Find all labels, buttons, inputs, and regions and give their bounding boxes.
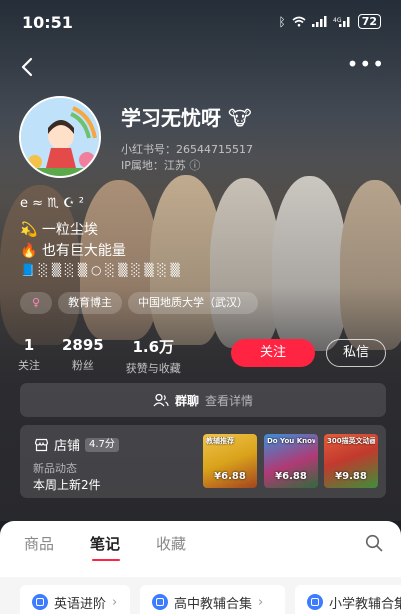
sparkle-emoji-icon: 💫	[20, 222, 38, 238]
tag-school[interactable]: 中国地质大学（武汉）	[128, 292, 259, 314]
shop-icon	[34, 438, 49, 451]
chevron-right-icon: ›	[258, 594, 264, 610]
info-icon[interactable]: ⓘ	[189, 159, 200, 172]
shop-subtitle: 新品动态	[33, 462, 77, 475]
group-users-icon	[153, 393, 169, 407]
collection-icon	[152, 594, 168, 610]
book-emoji-icon: 📘	[20, 263, 35, 277]
message-button[interactable]: 私信	[326, 339, 386, 367]
collection-chip[interactable]: 高中教辅合集 ›	[140, 585, 285, 614]
group-chat-bar[interactable]: 群聊 查看详情	[20, 383, 386, 417]
status-bar: 10:51 ᛒ 4G 72	[0, 0, 401, 44]
cow-emoji-icon: 🐮	[227, 106, 252, 130]
shop-rating: 4.7分	[85, 437, 119, 452]
red-id: 小红书号：26544715517	[121, 143, 253, 156]
avatar[interactable]	[19, 96, 101, 178]
stat-followers[interactable]: 2895 粉丝	[62, 336, 104, 376]
profile-stats: 1 关注 2895 粉丝 1.6万 获赞与收藏	[18, 336, 181, 376]
shop-product-2[interactable]: Do You Know? ¥6.88	[264, 434, 318, 488]
svg-text:4G: 4G	[333, 17, 342, 24]
signal-4g-icon: 4G	[333, 17, 350, 27]
battery-indicator: 72	[357, 14, 381, 29]
bio-line-4: 📘 ░ ▒ ░ ▒ ○ ░ ▒ ░ ▒ ░ ▒	[20, 263, 180, 277]
shop-title: 店铺 4.7分	[34, 435, 119, 454]
profile-name: 学习无忧呀 🐮	[121, 106, 252, 130]
group-chat-detail: 查看详情	[205, 393, 254, 408]
follow-button[interactable]: 关注	[231, 339, 315, 367]
ip-location: IP属地：江苏 ⓘ	[121, 159, 201, 172]
profile-tabs: 商品 笔记 收藏	[0, 521, 401, 567]
signal-icon	[311, 16, 327, 27]
status-icons: ᛒ 4G 72	[278, 14, 381, 29]
shop-update: 本周上新2件	[33, 478, 101, 492]
collection-icon	[32, 594, 48, 610]
bio-line-2: 💫 一粒尘埃	[20, 222, 98, 238]
bio-line-1: e ≈ ♏ ☪ ²	[20, 196, 84, 211]
wifi-icon	[292, 16, 306, 27]
gender-female-icon: ♀	[20, 292, 53, 314]
chevron-right-icon: ›	[112, 594, 118, 610]
collection-chip[interactable]: 小学教辅合集	[295, 585, 401, 614]
shop-product-1[interactable]: 教辅推荐 ¥6.88	[203, 434, 257, 488]
collection-chip[interactable]: 英语进阶 ›	[20, 585, 130, 614]
shop-product-3[interactable]: 300描英文动画片 ¥9.88	[324, 434, 378, 488]
content-panel: 商品 笔记 收藏 英语进阶 › 高中教辅合集 › 小学教辅合集	[0, 521, 401, 614]
collection-chips: 英语进阶 › 高中教辅合集 › 小学教辅合集	[0, 577, 401, 614]
back-arrow-icon[interactable]	[17, 56, 39, 78]
tab-notes[interactable]: 笔记	[90, 533, 120, 554]
shop-card[interactable]: 店铺 4.7分 新品动态 本周上新2件 教辅推荐 ¥6.88 Do You Kn…	[20, 425, 386, 498]
stat-likes-collects[interactable]: 1.6万 获赞与收藏	[126, 336, 181, 376]
more-options-icon[interactable]: •••	[347, 52, 385, 76]
fire-emoji-icon: 🔥	[20, 243, 38, 259]
status-time: 10:51	[22, 13, 73, 32]
bio-line-3: 🔥 也有巨大能量	[20, 243, 126, 259]
bluetooth-icon: ᛒ	[278, 14, 286, 29]
stat-following[interactable]: 1 关注	[18, 336, 40, 376]
search-icon[interactable]	[365, 534, 383, 552]
tab-collections[interactable]: 收藏	[156, 533, 186, 554]
active-tab-indicator	[92, 559, 120, 561]
collection-icon	[307, 594, 323, 610]
tag-occupation: 教育博主	[58, 292, 123, 314]
profile-tags: ♀ 教育博主 中国地质大学（武汉）	[20, 292, 259, 314]
tab-products[interactable]: 商品	[24, 533, 54, 554]
group-chat-label: 群聊	[174, 393, 199, 408]
